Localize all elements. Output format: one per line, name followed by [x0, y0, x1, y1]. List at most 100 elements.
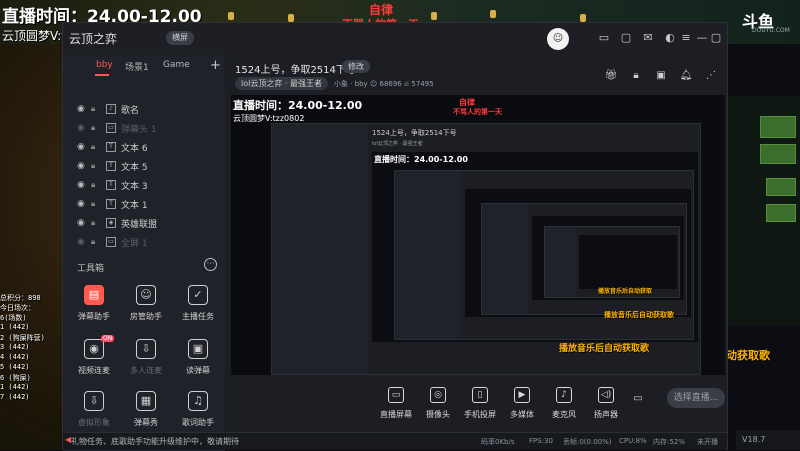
video-link-icon: ◉ — [84, 339, 104, 359]
streamer-meta: 小象 · bby ☺ 68696 🔥︎ 57495 — [334, 79, 434, 89]
lock-icon[interactable]: 🔒︎ — [91, 218, 95, 228]
danmu-show-icon: ▦ — [136, 391, 156, 411]
source-type-icon: ▭ — [106, 237, 116, 247]
stats-line: 今日场次： — [0, 304, 35, 312]
room-manager-icon: ☺ — [136, 285, 156, 305]
lock-icon[interactable]: 🔒︎ — [91, 123, 95, 133]
eye-icon[interactable]: ◉ — [77, 199, 85, 209]
maximize-icon[interactable]: ▢ — [709, 31, 723, 45]
mail-icon[interactable]: ✉ — [641, 31, 655, 45]
category-pill[interactable]: lol云顶之弈 · 最强王者 — [235, 77, 328, 90]
preview-time-title: 直播时间：24.00-12.00 — [233, 99, 363, 112]
nested-preview: 直播时间：24.00-12.00 播放音乐后自动获取 播放音乐后自动获取歌 — [372, 152, 698, 342]
stats-line: 6 (狗屎) — [0, 374, 31, 382]
preview-no-judge: 不骂人的第一天 — [453, 108, 502, 116]
source-type-icon: T — [106, 142, 116, 152]
eye-icon[interactable]: ◉ — [77, 104, 85, 114]
skin-icon[interactable]: ◐ — [663, 31, 677, 45]
source-row[interactable]: ◉ 🔒︎ T 文本 5 — [63, 158, 225, 176]
minimize-icon[interactable]: — — [695, 31, 709, 45]
source-row[interactable]: ◉ 🔒︎ T 文本 1 — [63, 196, 225, 214]
settings-icon[interactable]: ≡ — [679, 31, 693, 45]
tool-label: 弹幕秀 — [134, 418, 158, 427]
tool-read-danmu[interactable]: ▣ 读弹幕 — [171, 339, 225, 389]
nested-time: 直播时间：24.00-12.00 — [374, 155, 468, 164]
eye-icon[interactable]: ◉ — [77, 142, 85, 152]
nested-room-title: 1524上号，争取2514下号 — [372, 129, 457, 137]
lock-icon[interactable]: 🔒︎ — [629, 69, 643, 83]
monitor-icon[interactable]: ▭ — [597, 31, 611, 45]
source-row[interactable]: ◉ 🔒︎ ♪ 歌名 — [63, 101, 225, 119]
lock-icon[interactable]: 🔒︎ — [91, 180, 95, 190]
stats-line: 2 (狗屎阵营) — [0, 334, 45, 342]
play-icon: ▶ — [514, 387, 530, 403]
tool-label: 歌词助手 — [182, 418, 214, 427]
eye-icon[interactable]: ◉ — [77, 237, 85, 247]
toolbox-more-button[interactable]: ··· — [204, 258, 217, 271]
source-type-icon: ◈ — [106, 218, 116, 228]
streamer-name: 小象 · bby — [334, 80, 368, 88]
hot-count: 57495 — [411, 80, 434, 88]
speaker-button[interactable]: ◁) 扬声器 — [581, 387, 631, 420]
source-row[interactable]: ◉ 🔒︎ T 文本 6 — [63, 139, 225, 157]
avatar-icon[interactable]: ☺ — [547, 28, 569, 50]
tool-label: 读弹幕 — [186, 366, 210, 375]
bell-icon[interactable]: 🔔︎ — [679, 69, 693, 83]
live-companion-window: 云顶之弈 横屏 ☺ ▭ ▢ ✉ ◐ ≡ — ▢ ✕ bby 场景1 Game +… — [62, 22, 728, 451]
lock-icon[interactable]: 🔒︎ — [91, 237, 95, 247]
tool-label: 视频连麦 — [78, 366, 110, 375]
tool-video-link[interactable]: ◉ ON 视频连麦 — [67, 335, 121, 389]
background-light — [288, 14, 294, 22]
tool-label: 主播任务 — [182, 312, 214, 321]
nested-left-panel — [545, 227, 575, 297]
memory-stat: 内存:52% — [653, 438, 685, 446]
scene-tab-game[interactable]: Game — [163, 60, 190, 70]
stream-info-header: 1524上号，争取2514下号 修改 lol云顶之弈 · 最强王者 小象 · b… — [229, 55, 727, 91]
background-light — [580, 14, 586, 22]
share-icon[interactable]: ⋰ — [704, 69, 718, 83]
tool-room-manager[interactable]: ☺ 房管助手 — [119, 285, 173, 335]
tool-streamer-tasks[interactable]: ✓ 主播任务 — [171, 285, 225, 335]
tool-multi-link[interactable]: ⇩ 多人连麦 — [119, 339, 173, 389]
lock-icon[interactable]: 🔒︎ — [91, 161, 95, 171]
box-icon[interactable]: ▣ — [654, 69, 668, 83]
lock-icon[interactable]: 🔒︎ — [91, 104, 95, 114]
nested-window-level1: 1524上号，争取2514下号 lol云顶之弈 · 最强王者 直播时间：24.0… — [271, 123, 701, 375]
phone-icon: ▯ — [472, 387, 488, 403]
followers-count: 68696 — [379, 80, 402, 88]
add-scene-button[interactable]: + — [210, 58, 221, 73]
eye-icon[interactable]: ◉ — [77, 180, 85, 190]
message-icon[interactable]: ▢ — [619, 31, 633, 45]
stats-line: 7 (442) — [0, 393, 30, 401]
start-live-button[interactable]: 选择直播... — [667, 388, 725, 408]
nested-preview — [579, 235, 677, 289]
orientation-toggle[interactable]: 横屏 — [166, 31, 194, 45]
source-type-icon: T — [106, 180, 116, 190]
gift-icon[interactable]: 🎁︎ — [604, 69, 618, 83]
tool-label: 弹幕助手 — [78, 312, 110, 321]
source-row[interactable]: ◉ 🔒︎ T 文本 3 — [63, 177, 225, 195]
lock-icon[interactable]: 🔒︎ — [91, 199, 95, 209]
scene-tab-scene1[interactable]: 场景1 — [125, 60, 149, 73]
read-danmu-icon: ▣ — [188, 339, 208, 359]
eye-icon[interactable]: ◉ — [77, 123, 85, 133]
notice-text: 礼物任务、底歌助手功能升级维护中，敬请期待 — [71, 437, 239, 446]
source-label: 全屏 1 — [121, 239, 148, 249]
room-title: 1524上号，争取2514下号 — [235, 65, 356, 76]
lock-icon[interactable]: 🔒︎ — [91, 142, 95, 152]
eye-icon[interactable]: ◉ — [77, 218, 85, 228]
speaker-icon: ◁) — [598, 387, 614, 403]
source-row[interactable]: ◉ 🔒︎ ▭ 全屏 1 — [63, 234, 225, 252]
nested-category: lol云顶之弈 · 最强王者 — [372, 141, 423, 147]
background-light — [431, 12, 437, 20]
stats-line: 1 (442) — [0, 323, 30, 331]
stream-preview[interactable]: 直播时间：24.00-12.00 云顶圆梦V:tzz0802 自律 不骂人的第一… — [231, 95, 725, 375]
record-icon[interactable]: ▭ — [631, 392, 645, 406]
tool-danmu-assistant[interactable]: ▤ 弹幕助手 — [67, 285, 121, 335]
source-row[interactable]: ◉ 🔒︎ ▭ 弹幕头 1 — [63, 120, 225, 138]
eye-icon[interactable]: ◉ — [77, 161, 85, 171]
edit-title-button[interactable]: 修改 — [342, 60, 370, 73]
scene-tab-bby[interactable]: bby — [96, 60, 113, 70]
scene-tabs: bby 场景1 Game + — [63, 55, 225, 77]
source-row[interactable]: ◉ 🔒︎ ◈ 英雄联盟 — [63, 215, 225, 233]
